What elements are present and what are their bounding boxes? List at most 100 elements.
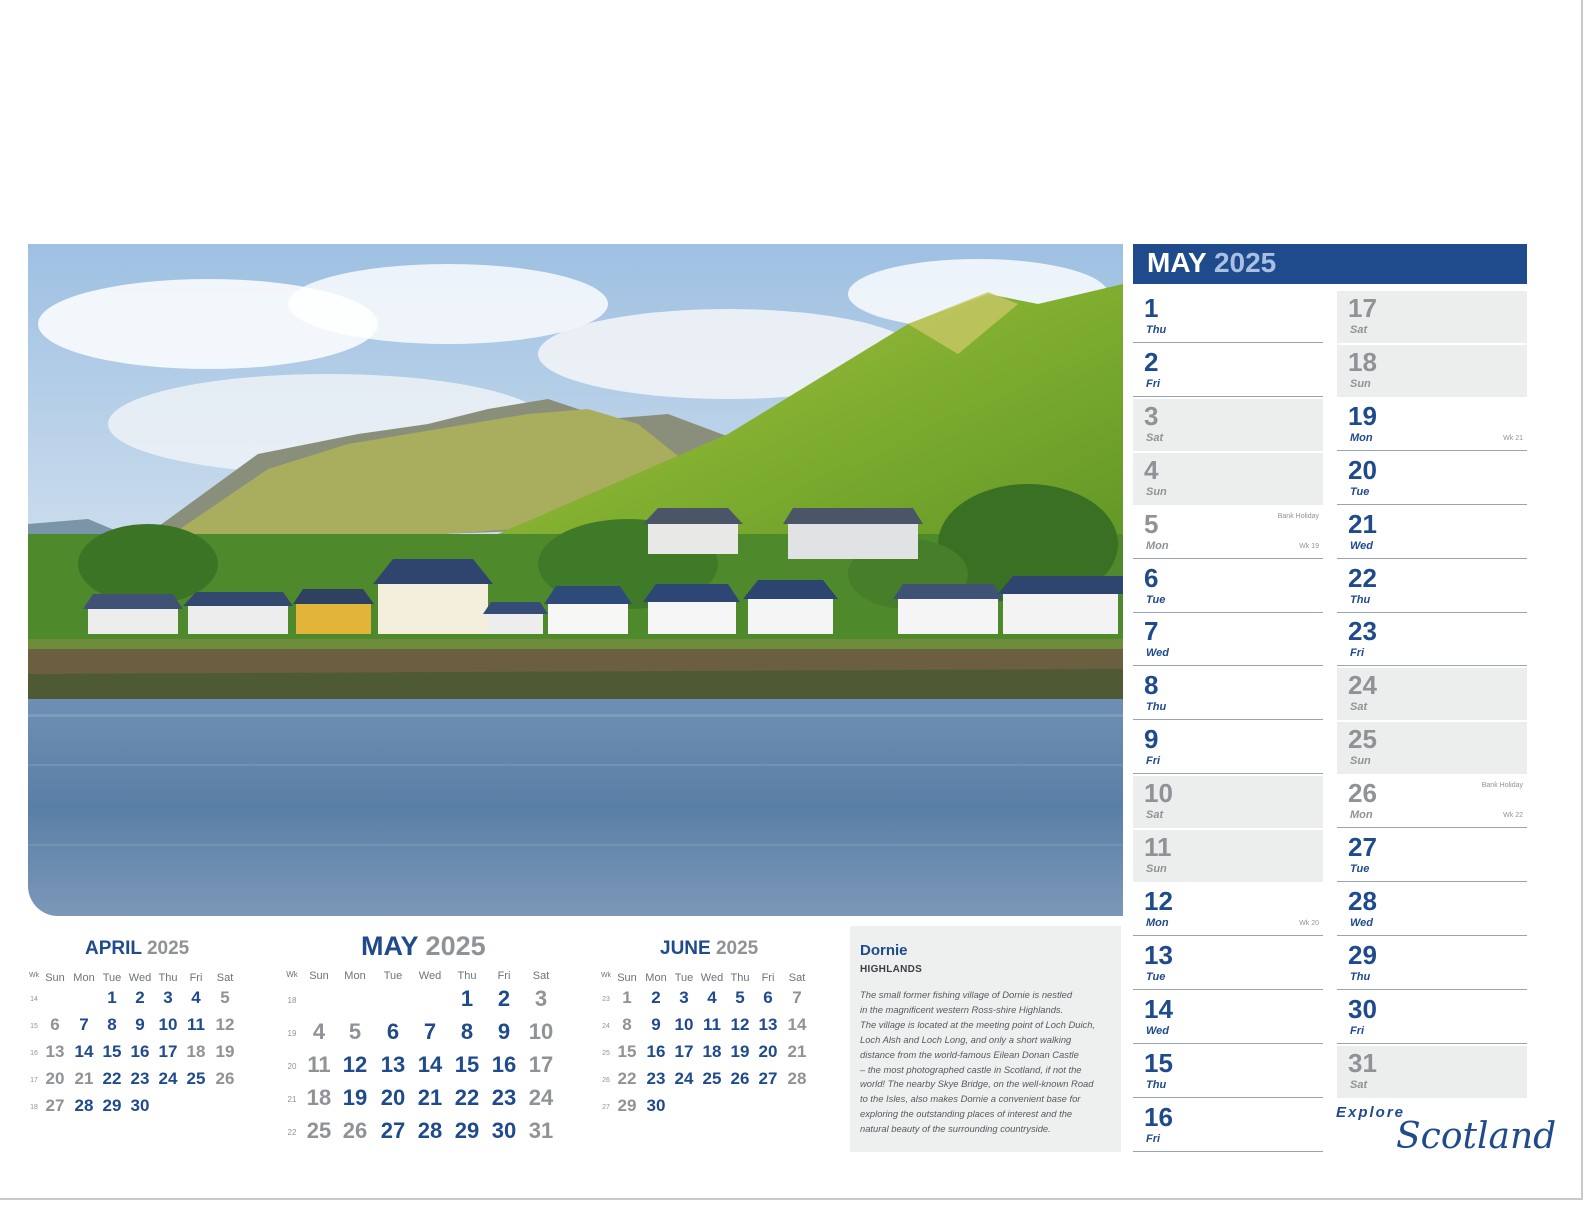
day-cell: 5 Mon Bank Holiday Wk 19 — [1133, 507, 1323, 559]
mini-day: 22 — [454, 1085, 480, 1110]
day-name: Mon — [1350, 431, 1373, 444]
day-cell: 16 Fri — [1133, 1100, 1323, 1152]
day-number: 31 — [1348, 1047, 1377, 1078]
mini-day: 5 — [348, 1019, 362, 1044]
day-name: Wed — [1146, 1024, 1170, 1037]
day-cell: 30 Fri — [1337, 992, 1527, 1044]
week-number: 18 — [287, 995, 297, 1005]
mini-day: 3 — [534, 986, 548, 1011]
day-cell: 2 Fri — [1133, 345, 1323, 397]
day-number: 9 — [1144, 724, 1159, 755]
day-name: Sun — [1146, 863, 1167, 875]
weekday-header: Fri — [761, 972, 775, 984]
mini-day: 4 — [312, 1019, 326, 1044]
mini-day: 30 — [491, 1118, 517, 1143]
day-cell: 13 Tue — [1133, 938, 1323, 990]
weekday-header: Mon — [73, 972, 95, 984]
day-number: 15 — [1144, 1047, 1173, 1078]
mini-day: 5 — [220, 988, 230, 1007]
weekday-header: Fri — [497, 970, 511, 982]
day-name: Wed — [1350, 916, 1374, 929]
weekday-header: Sat — [788, 972, 806, 984]
day-number: 22 — [1348, 562, 1377, 593]
mini-day: 2 — [497, 986, 511, 1011]
weekday-header: Tue — [102, 972, 122, 984]
mini-day: 13 — [380, 1052, 406, 1077]
day-name: Sat — [1350, 324, 1368, 336]
day-name: Sat — [1350, 701, 1368, 714]
day-number: 17 — [1348, 293, 1377, 323]
weekday-header: Fri — [189, 972, 203, 984]
day-number: 29 — [1348, 939, 1377, 970]
mini-day: 6 — [386, 1019, 400, 1044]
day-number: 3 — [1144, 400, 1159, 431]
day-cell: 21 Wed — [1337, 507, 1527, 559]
day-cell: 17 Sat — [1337, 291, 1527, 343]
mini-day: 7 — [423, 1019, 437, 1044]
mini-day: 16 — [491, 1052, 517, 1077]
weekday-header: Mon — [344, 970, 366, 982]
explore-scotland-logo: Explore Scotland — [1336, 1104, 1556, 1160]
day-number: 1 — [1144, 293, 1159, 323]
weekday-header: Thu — [730, 972, 750, 984]
day-name: Mon — [1146, 916, 1169, 929]
weekday-header: Tue — [383, 970, 403, 982]
week-number: 14 — [30, 995, 38, 1003]
day-name: Wed — [1146, 647, 1170, 660]
day-name: Fri — [1146, 755, 1161, 768]
day-cell: 6 Tue — [1133, 561, 1323, 613]
mini-day: 23 — [491, 1085, 517, 1110]
day-name: Thu — [1350, 970, 1371, 983]
day-name: Wed — [1350, 539, 1374, 552]
mini-day: 8 — [460, 1019, 474, 1044]
mini-day: 14 — [787, 1015, 807, 1034]
day-cell: 27 Tue — [1337, 830, 1527, 882]
day-cell: 20 Tue — [1337, 453, 1527, 505]
day-number: 13 — [1144, 939, 1173, 970]
day-cell: 18 Sun — [1337, 344, 1527, 397]
day-cell: 22 Thu — [1337, 561, 1527, 613]
day-number: 8 — [1144, 670, 1159, 701]
month-header-title: MAY 2025 — [1147, 247, 1277, 278]
weekday-header: Sun — [45, 972, 65, 984]
day-name: Fri — [1146, 377, 1161, 390]
mini-day: 21 — [417, 1085, 443, 1110]
day-cell: 3 Sat — [1133, 398, 1323, 451]
day-cell: 14 Wed — [1133, 992, 1323, 1044]
mini-day: 30 — [130, 1096, 150, 1115]
mini-day: 10 — [528, 1019, 554, 1044]
day-number: 12 — [1144, 885, 1173, 916]
day-number: 5 — [1144, 508, 1159, 539]
weekday-header: Thu — [158, 972, 178, 984]
mini-day: 15 — [454, 1052, 480, 1077]
mini-day: 17 — [528, 1052, 554, 1077]
weekday-header: Tue — [674, 972, 694, 984]
day-number: 4 — [1144, 454, 1159, 485]
day-number: 18 — [1348, 346, 1377, 377]
landscape-photo — [28, 244, 1123, 916]
weekday-header: Wed — [700, 972, 724, 984]
mini-day: 24 — [528, 1085, 554, 1110]
day-name: Thu — [1350, 593, 1371, 606]
day-number: 7 — [1144, 616, 1159, 647]
day-name: Mon — [1146, 539, 1169, 552]
day-cell: 8 Thu — [1133, 668, 1323, 721]
day-name: Sun — [1350, 755, 1371, 768]
day-number: 19 — [1348, 400, 1377, 431]
day-cell: 9 Fri — [1133, 722, 1323, 775]
holiday-note: Bank Holiday — [1481, 782, 1523, 790]
mini-day: 9 — [497, 1019, 511, 1044]
day-cell: 28 Wed — [1337, 884, 1527, 936]
weekday-header: Wed — [128, 972, 152, 984]
day-name: Fri — [1350, 1024, 1365, 1037]
day-name: Thu — [1146, 324, 1167, 336]
day-cell: 31 Sat — [1337, 1045, 1527, 1098]
day-name: Sun — [1350, 377, 1371, 390]
logo-explore-text: Explore — [1336, 1104, 1406, 1121]
mini-day: 12 — [215, 1015, 235, 1034]
mini-day: 12 — [342, 1052, 368, 1077]
weekday-header: Sun — [309, 970, 329, 982]
mini-day: 7 — [792, 988, 802, 1007]
mini-day: 31 — [528, 1118, 554, 1143]
mini-day: 28 — [787, 1069, 807, 1088]
